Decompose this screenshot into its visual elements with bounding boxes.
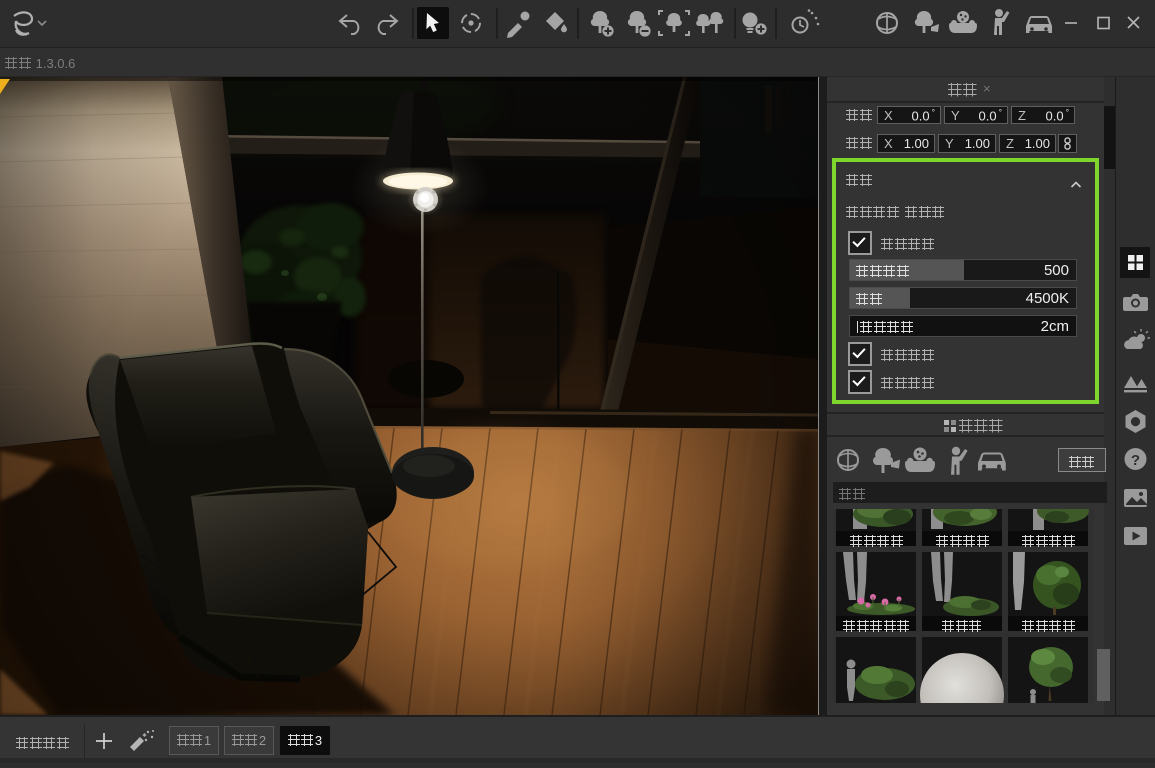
svg-text:?: ? [1131,452,1140,469]
